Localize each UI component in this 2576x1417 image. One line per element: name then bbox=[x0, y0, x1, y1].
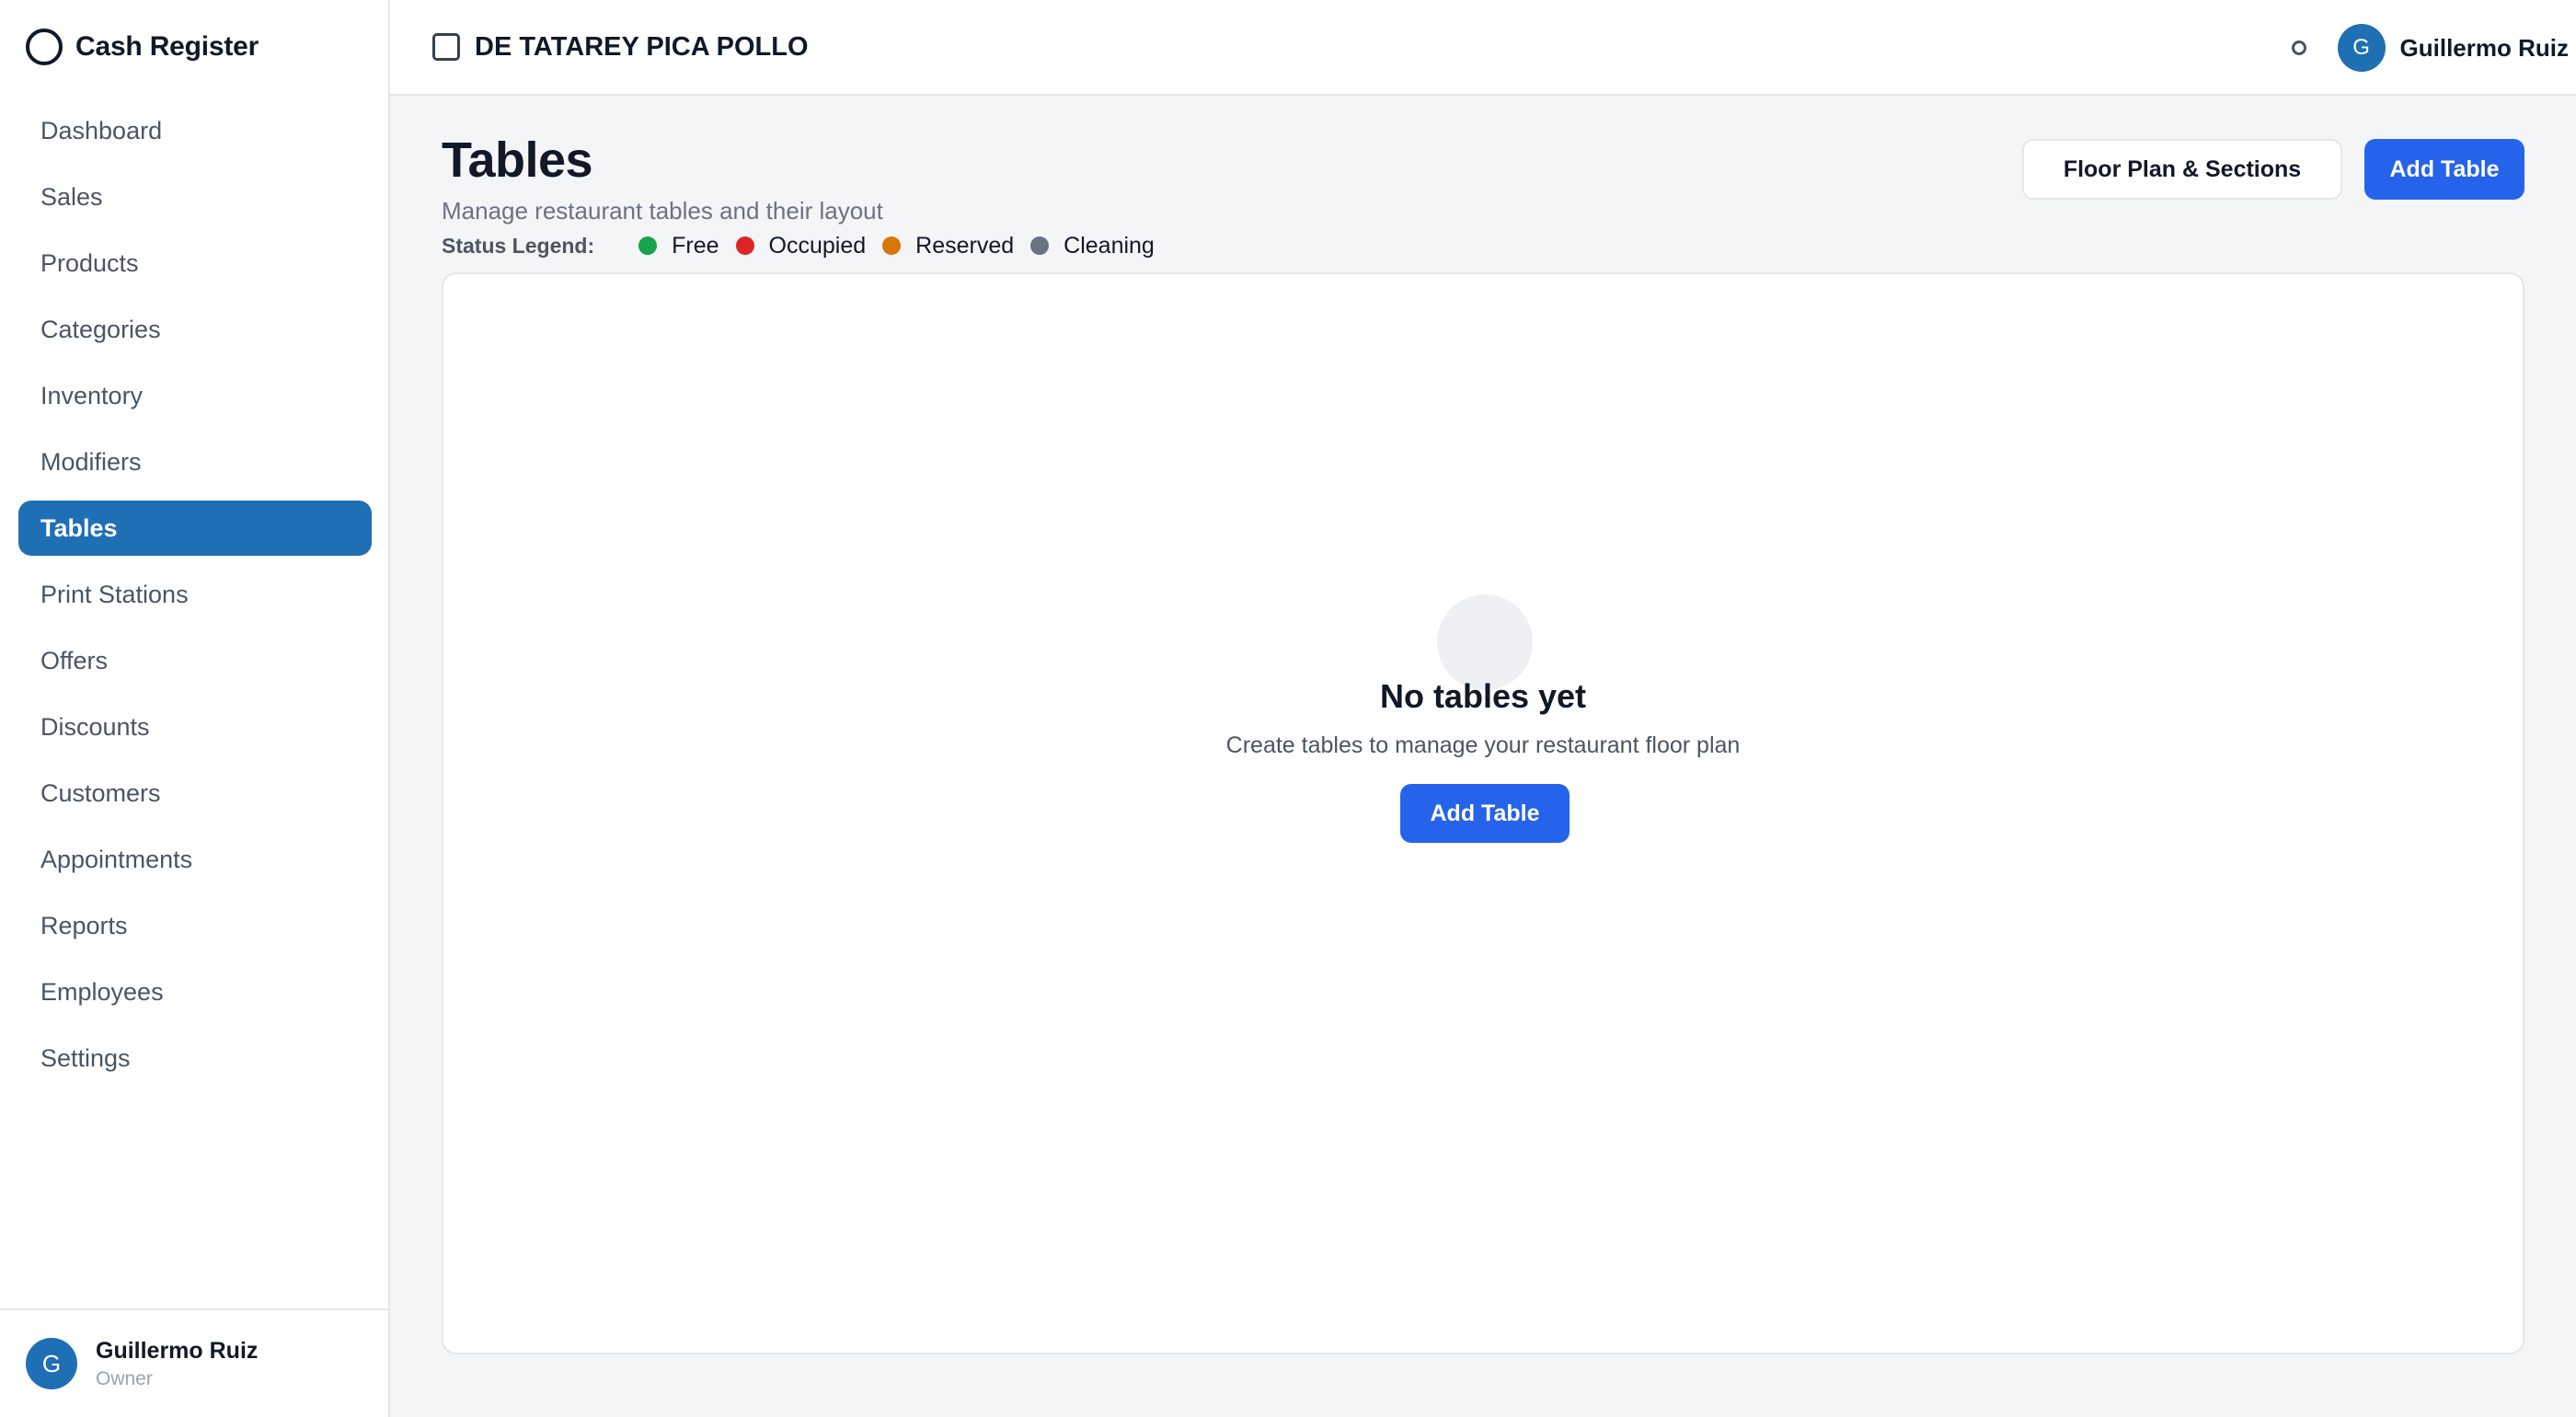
empty-state-icon bbox=[1437, 594, 1533, 690]
empty-state-description: Create tables to manage your restaurant … bbox=[1225, 732, 1741, 758]
sidebar-item-employees[interactable]: Employees bbox=[18, 964, 372, 1020]
sidebar-item-discounts[interactable]: Discounts bbox=[18, 699, 372, 755]
legend-label: Cleaning bbox=[1064, 232, 1155, 259]
reserved-dot-icon bbox=[882, 236, 902, 255]
page-subtitle: Manage restaurant tables and their layou… bbox=[442, 197, 883, 225]
legend-label: Free bbox=[672, 232, 719, 259]
sidebar-item-products[interactable]: Products bbox=[18, 236, 372, 291]
store-checkbox-icon[interactable] bbox=[432, 33, 460, 61]
legend-item-reserved: Reserved bbox=[882, 233, 1014, 259]
floor-plan-sections-button[interactable]: Floor Plan & Sections bbox=[2022, 139, 2342, 200]
app-title: Cash Register bbox=[75, 31, 259, 62]
store-name: DE TATAREY PICA POLLO bbox=[475, 31, 809, 62]
legend-item-occupied: Occupied bbox=[735, 232, 867, 259]
circle-logo-icon bbox=[26, 29, 63, 65]
sidebar-item-modifiers[interactable]: Modifiers bbox=[18, 434, 372, 490]
sidebar-user-info: Guillermo Ruiz Owner bbox=[96, 1338, 258, 1390]
sidebar-item-print-stations[interactable]: Print Stations bbox=[18, 567, 372, 622]
brand[interactable]: Cash Register bbox=[26, 28, 259, 66]
sidebar-item-inventory[interactable]: Inventory bbox=[18, 368, 372, 423]
sidebar-item-appointments[interactable]: Appointments bbox=[18, 832, 372, 887]
legend-label: Reserved bbox=[915, 232, 1015, 259]
page-title: Tables bbox=[442, 132, 593, 188]
free-dot-icon bbox=[638, 236, 658, 255]
legend-item-free: Free bbox=[638, 233, 719, 259]
sidebar-item-offers[interactable]: Offers bbox=[18, 633, 372, 688]
sidebar-item-sales[interactable]: Sales bbox=[18, 169, 372, 225]
sidebar-nav: Dashboard Sales Products Categories Inve… bbox=[18, 103, 372, 1097]
sidebar-user-profile[interactable]: G Guillermo Ruiz Owner bbox=[0, 1308, 388, 1417]
sidebar-user-name: Guillermo Ruiz bbox=[96, 1337, 259, 1364]
user-menu[interactable]: G Guillermo Ruiz bbox=[2337, 24, 2569, 72]
empty-state-title: No tables yet bbox=[1379, 677, 1587, 715]
sidebar-item-settings[interactable]: Settings bbox=[18, 1031, 372, 1086]
tables-panel: No tables yet Create tables to manage yo… bbox=[442, 272, 2524, 1354]
sidebar-user-role: Owner bbox=[96, 1367, 153, 1389]
legend-item-cleaning: Cleaning bbox=[1030, 233, 1155, 259]
cleaning-dot-icon bbox=[1030, 236, 1050, 255]
add-table-button[interactable]: Add Table bbox=[2364, 139, 2524, 200]
sidebar-item-customers[interactable]: Customers bbox=[18, 766, 372, 821]
sidebar-item-dashboard[interactable]: Dashboard bbox=[18, 103, 372, 158]
empty-state-add-table-button[interactable]: Add Table bbox=[1400, 784, 1570, 843]
page-header: Tables Manage restaurant tables and thei… bbox=[442, 127, 883, 225]
legend-title: Status Legend: bbox=[442, 233, 595, 258]
user-name: Guillermo Ruiz bbox=[2399, 33, 2569, 62]
legend-label: Occupied bbox=[768, 232, 867, 259]
avatar: G bbox=[2337, 24, 2386, 72]
avatar: G bbox=[26, 1338, 77, 1389]
sidebar-item-categories[interactable]: Categories bbox=[18, 302, 372, 357]
status-indicator-icon[interactable] bbox=[2292, 40, 2306, 55]
status-legend: Status Legend: Free Occupied Reserved Cl… bbox=[442, 230, 1171, 261]
sidebar-item-reports[interactable]: Reports bbox=[18, 898, 372, 953]
sidebar: Cash Register Dashboard Sales Products C… bbox=[0, 0, 390, 1417]
occupied-dot-icon bbox=[735, 236, 754, 255]
store-selector[interactable]: DE TATAREY PICA POLLO bbox=[432, 28, 809, 66]
topbar: DE TATAREY PICA POLLO G Guillermo Ruiz bbox=[390, 0, 2576, 96]
sidebar-item-tables[interactable]: Tables bbox=[18, 501, 372, 556]
